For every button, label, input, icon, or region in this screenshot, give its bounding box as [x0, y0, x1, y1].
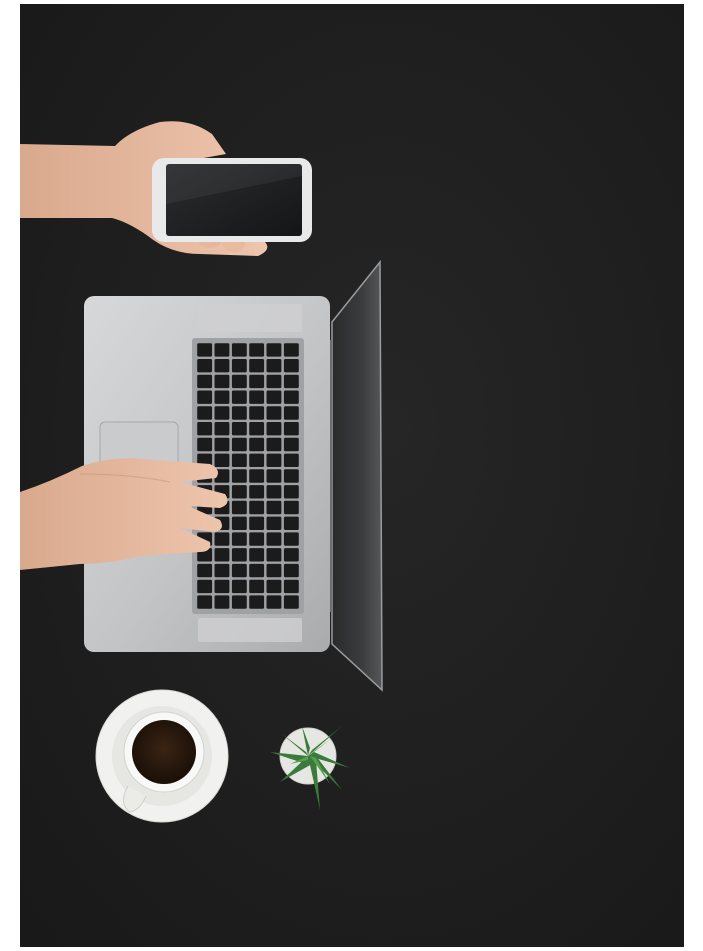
keyboard-key[interactable] — [283, 359, 299, 373]
keyboard-key[interactable] — [266, 453, 282, 467]
keyboard-key[interactable] — [283, 390, 299, 404]
keyboard-key[interactable] — [197, 374, 213, 389]
keyboard-key[interactable] — [249, 532, 265, 546]
keyboard-key[interactable] — [197, 563, 213, 578]
keyboard-key[interactable] — [231, 343, 247, 357]
keyboard-key[interactable] — [214, 422, 230, 436]
keyboard-key[interactable] — [249, 500, 265, 515]
keyboard-key[interactable] — [197, 406, 213, 420]
keyboard-key[interactable] — [231, 516, 247, 530]
keyboard-key[interactable] — [283, 437, 299, 452]
keyboard-key[interactable] — [197, 359, 213, 373]
keyboard-key[interactable] — [214, 453, 230, 467]
keyboard-key[interactable] — [231, 548, 247, 562]
keyboard-key[interactable] — [266, 532, 282, 546]
keyboard-key[interactable] — [214, 343, 230, 357]
keyboard-key[interactable] — [249, 390, 265, 404]
keyboard-key[interactable] — [249, 548, 265, 562]
keyboard-key[interactable] — [249, 406, 265, 420]
keyboard-key[interactable] — [249, 453, 265, 467]
keyboard-key[interactable] — [266, 595, 282, 609]
keyboard-key[interactable] — [283, 485, 299, 499]
keyboard-key[interactable] — [249, 516, 265, 530]
keyboard-key[interactable] — [214, 374, 230, 389]
coffee-cup — [95, 689, 229, 823]
keyboard-key[interactable] — [231, 469, 247, 483]
keyboard-key[interactable] — [214, 390, 230, 404]
keyboard-key[interactable] — [197, 343, 213, 357]
keyboard-key[interactable] — [266, 343, 282, 357]
keyboard-key[interactable] — [231, 374, 247, 389]
keyboard-key[interactable] — [214, 563, 230, 578]
keyboard-key[interactable] — [231, 453, 247, 467]
keyboard-key[interactable] — [283, 374, 299, 389]
keyboard-key[interactable] — [231, 595, 247, 609]
keyboard-key[interactable] — [266, 469, 282, 483]
keyboard-key[interactable] — [249, 579, 265, 594]
keyboard-key[interactable] — [266, 500, 282, 515]
keyboard-key[interactable] — [197, 437, 213, 452]
keyboard-key[interactable] — [231, 390, 247, 404]
keyboard-key[interactable] — [214, 437, 230, 452]
keyboard-key[interactable] — [283, 422, 299, 436]
keyboard-key[interactable] — [283, 532, 299, 546]
keyboard-key[interactable] — [283, 563, 299, 578]
keyboard-key[interactable] — [283, 516, 299, 530]
keyboard-key[interactable] — [231, 579, 247, 594]
keyboard-key[interactable] — [266, 422, 282, 436]
keyboard-key[interactable] — [266, 485, 282, 499]
keyboard-key[interactable] — [266, 437, 282, 452]
keyboard-key[interactable] — [249, 595, 265, 609]
keyboard-key[interactable] — [231, 422, 247, 436]
keyboard-key[interactable] — [249, 359, 265, 373]
keyboard-key[interactable] — [283, 548, 299, 562]
keyboard-key[interactable] — [249, 485, 265, 499]
keyboard-key[interactable] — [249, 422, 265, 436]
keyboard-key[interactable] — [214, 595, 230, 609]
keyboard-key[interactable] — [197, 595, 213, 609]
keyboard-key[interactable] — [231, 359, 247, 373]
keyboard-key[interactable] — [283, 469, 299, 483]
keyboard-key[interactable] — [249, 563, 265, 578]
keyboard-key[interactable] — [231, 406, 247, 420]
keyboard-key[interactable] — [214, 406, 230, 420]
keyboard-key[interactable] — [266, 579, 282, 594]
keyboard-key[interactable] — [231, 563, 247, 578]
keyboard-key[interactable] — [214, 548, 230, 562]
keyboard-key[interactable] — [249, 374, 265, 389]
keyboard-key[interactable] — [231, 500, 247, 515]
keyboard-key[interactable] — [283, 595, 299, 609]
keyboard-key[interactable] — [214, 532, 230, 546]
keyboard-key[interactable] — [197, 390, 213, 404]
keyboard-key[interactable] — [283, 343, 299, 357]
keyboard-key[interactable] — [249, 343, 265, 357]
keyboard-key[interactable] — [214, 359, 230, 373]
keyboard-key[interactable] — [283, 406, 299, 420]
keyboard-key[interactable] — [266, 359, 282, 373]
keyboard-key[interactable] — [249, 469, 265, 483]
keyboard-key[interactable] — [266, 516, 282, 530]
keyboard-key[interactable] — [214, 579, 230, 594]
keyboard-key[interactable] — [283, 453, 299, 467]
keyboard-key[interactable] — [266, 390, 282, 404]
photo-scene — [20, 4, 684, 947]
keyboard-key[interactable] — [197, 422, 213, 436]
keyboard-key[interactable] — [283, 579, 299, 594]
keyboard-key[interactable] — [231, 437, 247, 452]
keyboard-key[interactable] — [266, 406, 282, 420]
keyboard-key[interactable] — [231, 485, 247, 499]
keyboard-key[interactable] — [266, 374, 282, 389]
keyboard-key[interactable] — [231, 532, 247, 546]
keyboard-key[interactable] — [266, 548, 282, 562]
keyboard-key[interactable] — [283, 500, 299, 515]
keyboard-key[interactable] — [249, 437, 265, 452]
keyboard-key[interactable] — [197, 579, 213, 594]
smartphone[interactable] — [152, 158, 312, 242]
keyboard-key[interactable] — [266, 563, 282, 578]
